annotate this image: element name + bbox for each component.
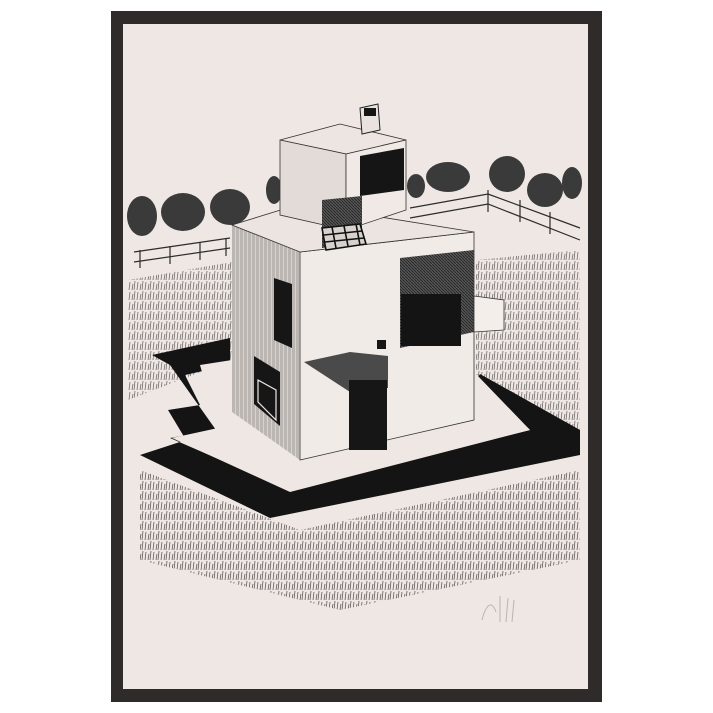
house-drawing (127, 103, 582, 623)
artist-signature (481, 596, 515, 623)
framed-print (0, 0, 713, 713)
main-cube (230, 203, 505, 461)
